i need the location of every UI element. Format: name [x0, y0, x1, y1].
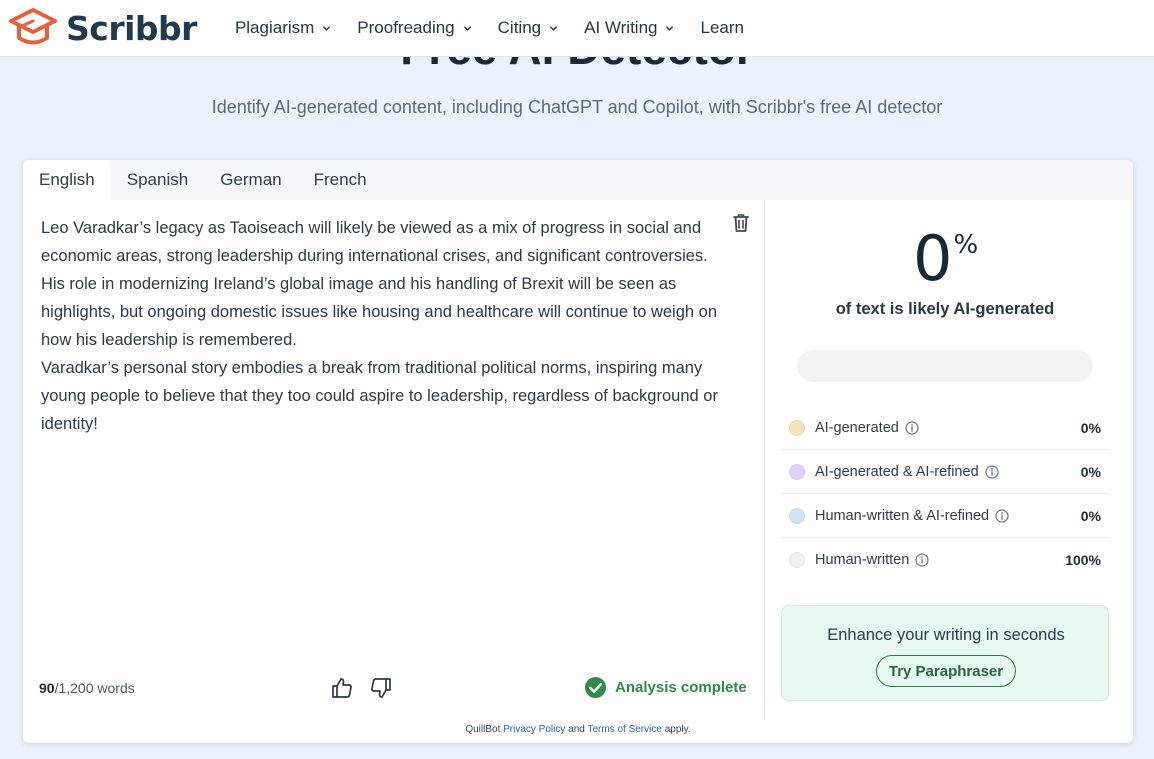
legend-value: 0% [1080, 463, 1101, 480]
legend-row-human-written: Human-written 100% [781, 538, 1109, 582]
text-paragraph: Varadkar’s personal story embodies a bre… [41, 359, 718, 433]
tab-german[interactable]: German [204, 160, 297, 200]
legal-and: and [568, 724, 585, 735]
legal-prefix: QuillBot [465, 724, 501, 735]
word-count-value: 90 [39, 680, 55, 696]
nav-item-label: Plagiarism [234, 18, 315, 37]
legend-label: AI-generated & AI-refined [815, 463, 979, 480]
nav-item-label: Learn [700, 18, 744, 37]
nav-item-plagiarism[interactable]: Plagiarism [235, 18, 331, 38]
info-icon[interactable] [905, 420, 919, 435]
legend-dot [789, 419, 805, 436]
ai-score-value: 0 [913, 222, 952, 295]
promo-text: Enhance your writing in seconds [827, 626, 1065, 644]
text-editor-panel: Leo Varadkar’s legacy as Taoiseach will … [23, 200, 765, 720]
terms-of-service-link[interactable]: Terms of Service [587, 724, 661, 735]
paraphraser-promo: Enhance your writing in seconds Try Para… [781, 605, 1109, 701]
text-input-area[interactable]: Leo Varadkar’s legacy as Taoiseach will … [41, 214, 721, 438]
legend-value: 0% [1080, 507, 1101, 524]
legend-dot [789, 552, 805, 568]
ai-score-caption: of text is likely AI-generated [835, 300, 1055, 318]
info-icon[interactable] [995, 508, 1009, 523]
trash-icon[interactable] [732, 213, 750, 233]
thumbs-up-icon[interactable] [330, 676, 354, 700]
main-nav: Plagiarism Proofreading Citing AI Writin… [235, 18, 770, 38]
legend-value: 100% [1065, 552, 1101, 568]
page-subtitle: Identify AI-generated content, including… [211, 97, 943, 117]
scribbr-logo[interactable]: Scribbr [8, 7, 197, 49]
tab-english[interactable]: English [23, 160, 111, 200]
nav-item-learn[interactable]: Learn [700, 18, 743, 38]
legend-row-ai-generated: AI-generated 0% [781, 406, 1109, 450]
top-navbar: Scribbr Plagiarism Proofreading Citing A… [0, 0, 1154, 57]
info-icon[interactable] [985, 464, 999, 479]
try-paraphraser-button[interactable]: Try Paraphraser [876, 655, 1016, 687]
legend-row-ai-generated-ai-refined: AI-generated & AI-refined 0% [781, 450, 1109, 494]
chevron-down-icon [666, 25, 674, 31]
ai-score-unit: % [953, 230, 978, 260]
language-tabs: English Spanish German French [23, 160, 1133, 200]
analysis-status-label: Analysis complete [615, 679, 747, 696]
legend-row-human-written-ai-refined: Human-written & AI-refined 0% [781, 494, 1109, 538]
ai-score-bar [797, 350, 1093, 382]
thumbs-down-icon[interactable] [369, 676, 393, 700]
legend-dot [789, 507, 805, 524]
word-limit: /1,200 words [54, 680, 135, 696]
legal-note: QuillBot Privacy Policy and Terms of Ser… [23, 724, 1133, 735]
text-paragraph: Leo Varadkar’s legacy as Taoiseach will … [41, 219, 718, 349]
graduation-cap-logo-icon [9, 8, 57, 45]
analysis-status: Analysis complete [584, 676, 747, 699]
chevron-down-icon [463, 25, 471, 31]
chevron-down-icon [550, 25, 558, 31]
chevron-down-icon [323, 25, 331, 31]
nav-item-ai-writing[interactable]: AI Writing [584, 18, 674, 38]
tab-spanish[interactable]: Spanish [111, 160, 204, 200]
tab-french[interactable]: French [298, 160, 383, 200]
legal-suffix: apply. [664, 724, 691, 735]
privacy-policy-link[interactable]: Privacy Policy [503, 724, 565, 735]
legend-dot [789, 463, 805, 480]
legend-label: AI-generated [815, 419, 899, 436]
brand-name: Scribbr [66, 8, 197, 48]
check-circle-icon [584, 676, 607, 699]
nav-item-label: AI Writing [584, 18, 658, 37]
legend-label: Human-written [815, 552, 910, 568]
nav-item-label: Citing [497, 18, 542, 37]
nav-item-proofreading[interactable]: Proofreading [357, 18, 471, 38]
nav-item-label: Proofreading [357, 18, 455, 37]
legend-value: 0% [1080, 419, 1101, 436]
legend-label: Human-written & AI-refined [815, 507, 990, 524]
nav-item-citing[interactable]: Citing [498, 18, 558, 38]
word-counter: 90/1,200 words [39, 680, 135, 696]
results-panel: 0% of text is likely AI-generated AI-gen… [765, 200, 1125, 720]
info-icon[interactable] [915, 553, 929, 567]
ai-score: 0% [913, 222, 978, 295]
result-breakdown: AI-generated 0% AI-generated & AI-refine… [781, 406, 1109, 582]
